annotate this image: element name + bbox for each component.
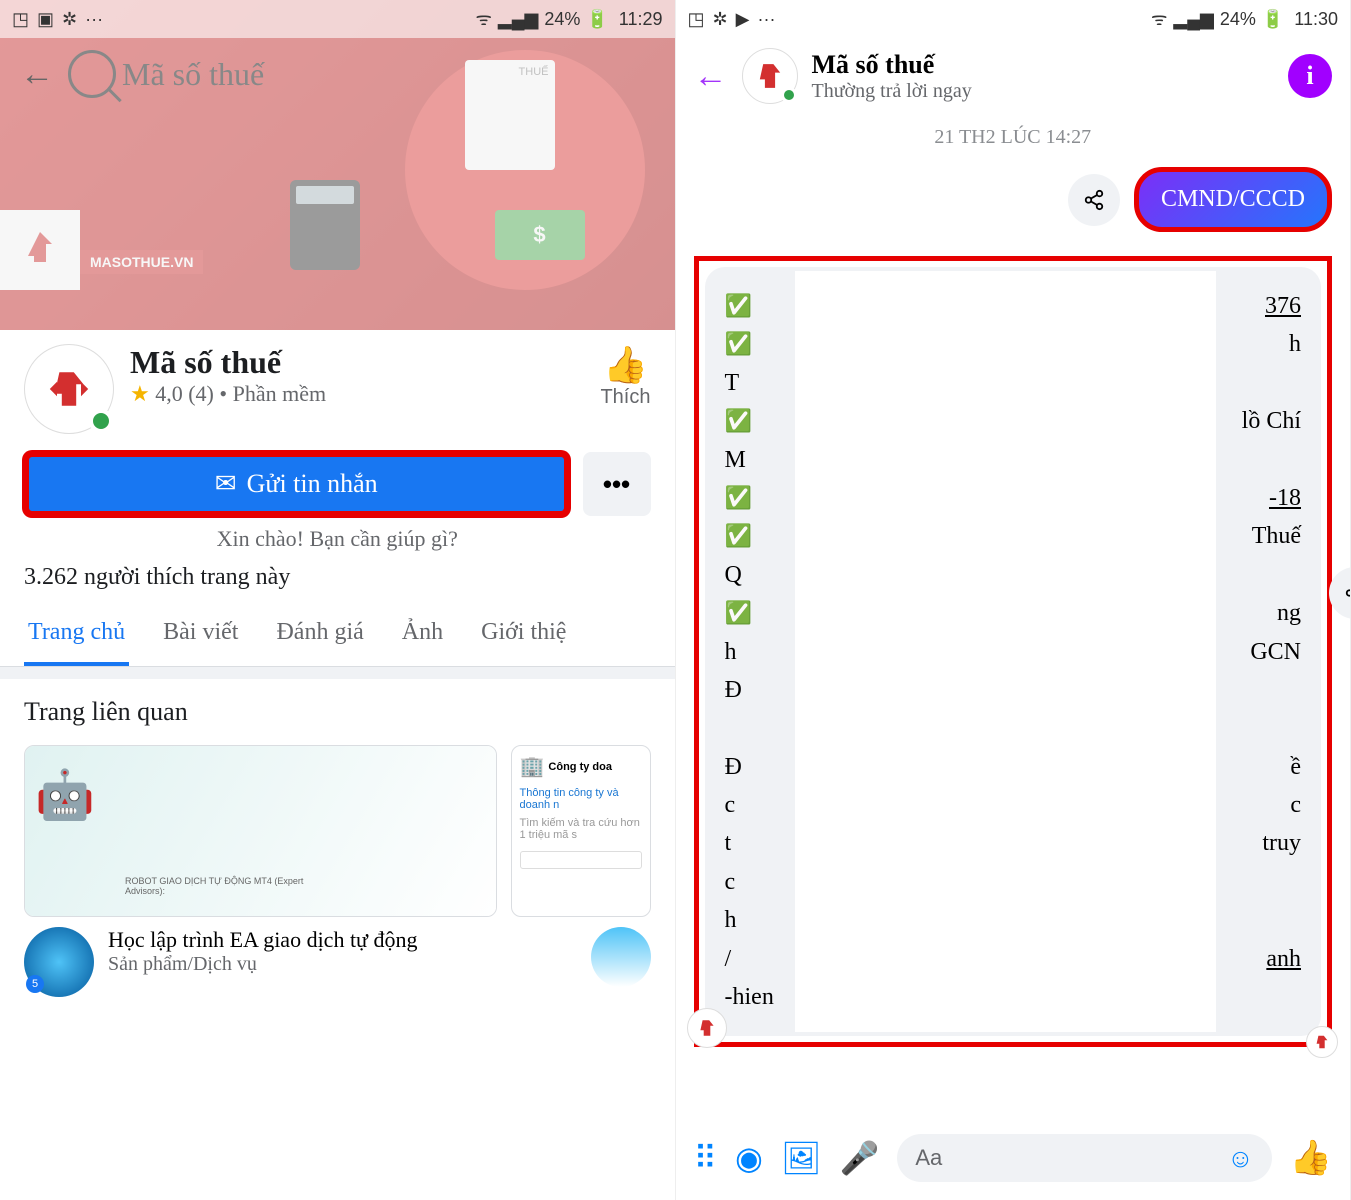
back-arrow-icon[interactable]: ← bbox=[20, 55, 54, 94]
status-bar-left: ◳ ▣ ✲ ··· ᯤ ▂▄▆ 24% 🔋 11:29 bbox=[0, 0, 675, 38]
sent-message-bubble[interactable]: CMND/CCCD bbox=[1134, 167, 1332, 232]
facebook-page-screenshot: THUẾ $ MASOTHUE.VN ◳ ▣ ✲ ··· ᯤ ▂▄▆ 24% 🔋… bbox=[0, 0, 676, 1200]
received-left-col: ✅✅T✅M✅✅Q✅hĐ Đctch/-hien bbox=[725, 287, 785, 1016]
status-bar-right: ◳ ✲ ▶ ··· ᯤ ▂▄▆ 24% 🔋 11:30 bbox=[676, 0, 1351, 38]
cover-photo: THUẾ $ MASOTHUE.VN ◳ ▣ ✲ ··· ᯤ ▂▄▆ 24% 🔋… bbox=[0, 0, 675, 330]
clock: 11:30 bbox=[1294, 9, 1338, 30]
emoji-icon[interactable]: ☺ bbox=[1227, 1143, 1254, 1174]
received-message-highlight: ✅✅T✅M✅✅Q✅hĐ Đctch/-hien 376h lồ Chí -18T… bbox=[694, 256, 1333, 1047]
chat-body: 21 TH2 LÚC 14:27 CMND/CCCD ✅✅T✅M✅✅Q✅hĐ Đ… bbox=[676, 114, 1351, 1124]
wifi-icon: ᯤ bbox=[475, 7, 491, 31]
related-item-name[interactable]: Học lập trình EA giao dịch tự động bbox=[108, 927, 557, 953]
input-placeholder: Aa bbox=[915, 1145, 942, 1171]
message-input-row: ⠿ ◉ 🖼 🎤 Aa ☺ 👍 bbox=[676, 1124, 1351, 1200]
related-item-type: Sản phẩm/Dịch vụ bbox=[108, 953, 557, 976]
related-card-2[interactable]: 🏢 Công ty doa Thông tin công ty và doanh… bbox=[511, 745, 651, 917]
redaction-overlay bbox=[795, 271, 1217, 1032]
image-icon: ▣ bbox=[37, 9, 54, 30]
more-notifications-icon: ··· bbox=[757, 9, 775, 30]
related-card-2-line2: Tìm kiếm và tra cứu hơn 1 triệu mã s bbox=[520, 817, 642, 841]
signal-icon: ▂▄▆ bbox=[1173, 9, 1213, 30]
mic-icon[interactable]: 🎤 bbox=[839, 1139, 879, 1177]
battery-icon: 🔋 bbox=[1262, 9, 1284, 30]
star-icon: ★ bbox=[130, 381, 150, 406]
send-message-label: Gửi tin nhắn bbox=[247, 469, 378, 499]
tab-reviews[interactable]: Đánh giá bbox=[272, 603, 367, 666]
chat-subtitle: Thường trả lời ngay bbox=[812, 80, 972, 103]
more-notifications-icon: ··· bbox=[85, 9, 103, 30]
tab-home[interactable]: Trang chủ bbox=[24, 603, 129, 666]
page-title: Mã số thuế bbox=[130, 344, 584, 381]
camera-icon[interactable]: ◉ bbox=[735, 1139, 763, 1177]
related-card-2-header: Công ty doa bbox=[548, 761, 612, 773]
fan-icon: ✲ bbox=[713, 9, 728, 30]
apps-icon[interactable]: ⠿ bbox=[694, 1139, 717, 1177]
received-message-bubble[interactable]: ✅✅T✅M✅✅Q✅hĐ Đctch/-hien 376h lồ Chí -18T… bbox=[705, 267, 1322, 1036]
gallery-icon[interactable]: 🖼 bbox=[781, 1139, 822, 1177]
notification-icon: ◳ bbox=[12, 9, 29, 30]
battery-percent: 24% bbox=[544, 9, 580, 30]
message-input[interactable]: Aa ☺ bbox=[897, 1134, 1271, 1182]
related-card-1[interactable]: 🤖 ROBOT GIAO DỊCH TỰ ĐỘNG MT4 (Expert Ad… bbox=[24, 745, 497, 917]
chat-avatar[interactable] bbox=[742, 48, 798, 104]
youtube-icon: ▶ bbox=[736, 9, 750, 30]
related-pages-title: Trang liên quan bbox=[0, 679, 675, 745]
search-placeholder[interactable]: Mã số thuế bbox=[122, 56, 264, 93]
likes-count-line: 3.262 người thích trang này bbox=[0, 552, 675, 603]
back-arrow-icon[interactable]: ← bbox=[694, 57, 728, 96]
tab-photos[interactable]: Ảnh bbox=[398, 603, 447, 666]
share-icon[interactable] bbox=[1329, 567, 1351, 619]
messenger-icon: ✉ bbox=[215, 469, 237, 499]
like-thumb-icon[interactable]: 👍 bbox=[600, 344, 650, 386]
fan-icon: ✲ bbox=[62, 9, 77, 30]
bubble-avatar bbox=[687, 1008, 727, 1048]
clock: 11:29 bbox=[619, 9, 663, 30]
related-item-avatar[interactable]: 5 bbox=[24, 927, 94, 997]
like-label: Thích bbox=[600, 386, 650, 409]
building-icon: 🏢 bbox=[520, 754, 545, 779]
page-avatar[interactable] bbox=[24, 344, 114, 434]
search-icon[interactable] bbox=[68, 50, 116, 98]
page-rating: 4,0 (4) bbox=[155, 381, 214, 406]
share-icon[interactable] bbox=[1068, 174, 1120, 226]
chat-title: Mã số thuế bbox=[812, 50, 972, 80]
notification-icon: ◳ bbox=[688, 9, 705, 30]
thumbs-up-icon[interactable]: 👍 bbox=[1290, 1138, 1332, 1178]
page-category: Phần mềm bbox=[233, 381, 327, 406]
related-card-1-image: 🤖 ROBOT GIAO DỊCH TỰ ĐỘNG MT4 (Expert Ad… bbox=[25, 746, 496, 916]
chat-timestamp: 21 TH2 LÚC 14:27 bbox=[694, 126, 1333, 149]
messenger-header: ← Mã số thuế Thường trả lời ngay i bbox=[676, 38, 1351, 114]
seen-avatar bbox=[1306, 1026, 1338, 1058]
related-card-2-line1: Thông tin công ty và doanh n bbox=[520, 787, 642, 811]
messenger-screenshot: ◳ ✲ ▶ ··· ᯤ ▂▄▆ 24% 🔋 11:30 ← Mã số thuế… bbox=[676, 0, 1351, 1200]
greeting-text: Xin chào! Bạn cần giúp gì? bbox=[0, 526, 675, 552]
more-actions-button[interactable]: ••• bbox=[583, 452, 651, 516]
battery-percent: 24% bbox=[1220, 9, 1256, 30]
online-status-dot bbox=[781, 87, 797, 103]
online-status-dot bbox=[89, 409, 113, 433]
related-item-2-avatar[interactable] bbox=[591, 927, 651, 987]
tab-about[interactable]: Giới thiệ bbox=[477, 603, 570, 666]
tab-posts[interactable]: Bài viết bbox=[159, 603, 242, 666]
battery-icon: 🔋 bbox=[586, 9, 608, 30]
page-tabs: Trang chủ Bài viết Đánh giá Ảnh Giới thi… bbox=[0, 603, 675, 667]
signal-icon: ▂▄▆ bbox=[498, 9, 538, 30]
info-icon[interactable]: i bbox=[1288, 54, 1332, 98]
wifi-icon: ᯤ bbox=[1151, 7, 1167, 31]
send-message-button[interactable]: ✉ Gửi tin nhắn bbox=[24, 452, 569, 516]
